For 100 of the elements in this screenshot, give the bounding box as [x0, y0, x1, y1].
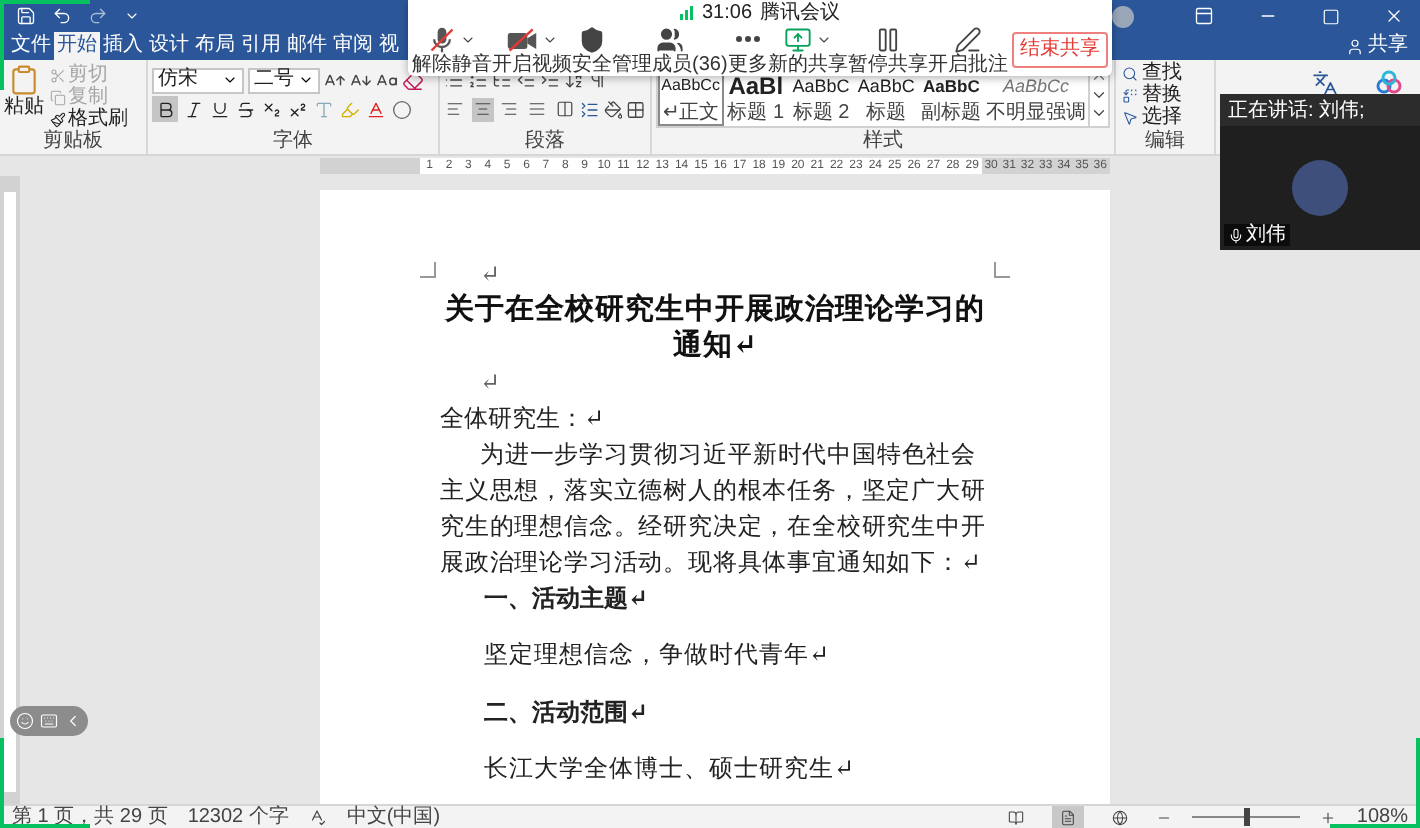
close-icon[interactable] [1384, 6, 1404, 26]
change-case-icon[interactable] [376, 69, 398, 91]
group-label: 剪贴板 [43, 130, 103, 154]
zoom-percent[interactable]: 108% [1356, 806, 1408, 828]
meeting-action[interactable]: 新的共享 [767, 25, 848, 75]
align-icon [500, 100, 519, 118]
clipboard-action[interactable]: 格式刷 [50, 108, 128, 130]
redo-icon[interactable] [88, 6, 108, 26]
underline-icon[interactable] [210, 99, 230, 119]
font-name-field[interactable]: 仿宋 [152, 67, 244, 93]
indent-icon[interactable] [540, 70, 560, 90]
ribbon-tab[interactable]: 开始 [54, 32, 100, 60]
ribbon-tab[interactable]: 视 [376, 32, 402, 60]
speaking-status: 正在讲话: 刘伟; [1228, 99, 1365, 121]
meeting-action[interactable]: 开启批注 [927, 25, 1008, 75]
meeting-action[interactable]: 开启视频 [492, 25, 572, 75]
align-icon [555, 100, 574, 118]
ribbon-tab[interactable]: 插入 [100, 32, 146, 60]
bold-toggle[interactable] [152, 96, 178, 122]
strikethrough-icon[interactable] [236, 99, 256, 119]
ribbon-tab[interactable]: 邮件 [284, 32, 330, 60]
meeting-action[interactable]: 暂停共享 [847, 25, 928, 75]
pen-icon [953, 25, 982, 53]
zoom-slider-thumb[interactable] [1243, 808, 1250, 826]
ribbon-tab[interactable]: 文件 [8, 32, 54, 60]
align-toggle[interactable] [498, 97, 522, 121]
undo-icon[interactable] [52, 6, 72, 26]
ribbon-tab[interactable]: 布局 [192, 32, 238, 60]
borders-icon[interactable] [626, 99, 646, 119]
document-title: 关于在全校研究生中开展政治理论学习的通知↵ [442, 292, 987, 364]
caret-icon[interactable] [298, 72, 314, 88]
keyboard-icon[interactable] [40, 712, 58, 730]
circles-icon[interactable] [1375, 70, 1402, 94]
view-icon [1060, 809, 1077, 825]
share-button[interactable]: 共享 [1334, 32, 1420, 60]
shading-icon[interactable] [603, 99, 623, 119]
meeting-action[interactable]: 解除静音 [412, 25, 492, 75]
multilevel-list-icon[interactable] [492, 70, 512, 90]
avatar [1292, 160, 1348, 216]
face-icon[interactable] [16, 712, 34, 730]
align-icon [473, 100, 492, 118]
font-size-field[interactable]: 二号 [248, 67, 320, 93]
person-icon[interactable] [1346, 37, 1364, 55]
share-frame-corner [0, 738, 90, 828]
pause-icon [873, 25, 902, 53]
align-icon [446, 100, 465, 118]
gallery-more-icon[interactable] [1089, 104, 1108, 122]
outdent-icon[interactable] [516, 70, 536, 90]
signal-icon [679, 5, 694, 19]
align-toggle[interactable] [552, 97, 576, 121]
avatar[interactable] [1112, 5, 1134, 27]
caret-icon[interactable] [222, 72, 238, 88]
line-spacing-icon[interactable] [579, 99, 600, 119]
shrink-font-icon[interactable] [350, 69, 372, 91]
search-icon [1122, 65, 1138, 81]
page-count[interactable]: 第 1 页，共 29 页 [12, 806, 168, 828]
ribbon-tab[interactable]: 设计 [146, 32, 192, 60]
align-toggle[interactable] [444, 97, 468, 121]
shield-icon [578, 25, 606, 53]
subscript-icon[interactable] [262, 99, 282, 119]
meeting-timer: 31:06 [701, 1, 753, 23]
grow-font-icon[interactable] [324, 69, 346, 91]
clipboard-icon [8, 64, 40, 96]
proofing-icon[interactable] [308, 808, 327, 826]
group-label: 段落 [525, 130, 565, 154]
language-label[interactable]: 中文(中国) [346, 806, 441, 828]
save-icon[interactable] [16, 6, 36, 26]
meeting-title: 腾讯会议 [760, 1, 841, 23]
font-color-icon[interactable] [366, 99, 386, 119]
meeting-action[interactable]: 更多 [727, 25, 768, 75]
maximize-icon[interactable] [1322, 7, 1340, 25]
meeting-action[interactable]: 安全 [572, 25, 612, 75]
customize-caret-icon[interactable] [124, 8, 140, 24]
editing-action[interactable]: 选择 [1122, 106, 1182, 128]
align-toggle[interactable] [525, 97, 549, 121]
end-share-button[interactable]: 结束共享 [1012, 32, 1108, 68]
camera-off-icon [506, 25, 538, 53]
enclose-icon[interactable] [392, 99, 412, 119]
scroll-down-icon[interactable] [1089, 86, 1108, 104]
ribbon-tab[interactable]: 引用 [238, 32, 284, 60]
editing-action[interactable]: 替换 [1122, 84, 1182, 106]
editing-action[interactable]: 查找 [1122, 62, 1182, 84]
word-count[interactable]: 12302 个字 [187, 806, 289, 828]
ribbon-tab[interactable]: 审阅 [330, 32, 376, 60]
view-icon [1112, 809, 1129, 825]
superscript-icon[interactable] [288, 99, 308, 119]
paste-button[interactable]: 粘贴 [4, 64, 44, 130]
paragraph: 长江大学全体博士、硕士研究生↵ [482, 752, 858, 786]
align-toggle[interactable] [471, 97, 495, 121]
clear-format-icon[interactable] [402, 69, 424, 91]
collapse-icon[interactable] [64, 712, 82, 730]
view-toggle[interactable] [1052, 806, 1085, 828]
group-label: 字体 [273, 130, 313, 154]
ribbon-options-icon[interactable] [1194, 6, 1214, 26]
people-icon [655, 25, 684, 53]
muted-mic-icon [428, 25, 456, 53]
copy-icon [50, 89, 66, 105]
zoom-in-icon[interactable] [1320, 809, 1337, 825]
paintbrush-icon [50, 111, 66, 127]
italic-icon[interactable] [184, 99, 204, 119]
